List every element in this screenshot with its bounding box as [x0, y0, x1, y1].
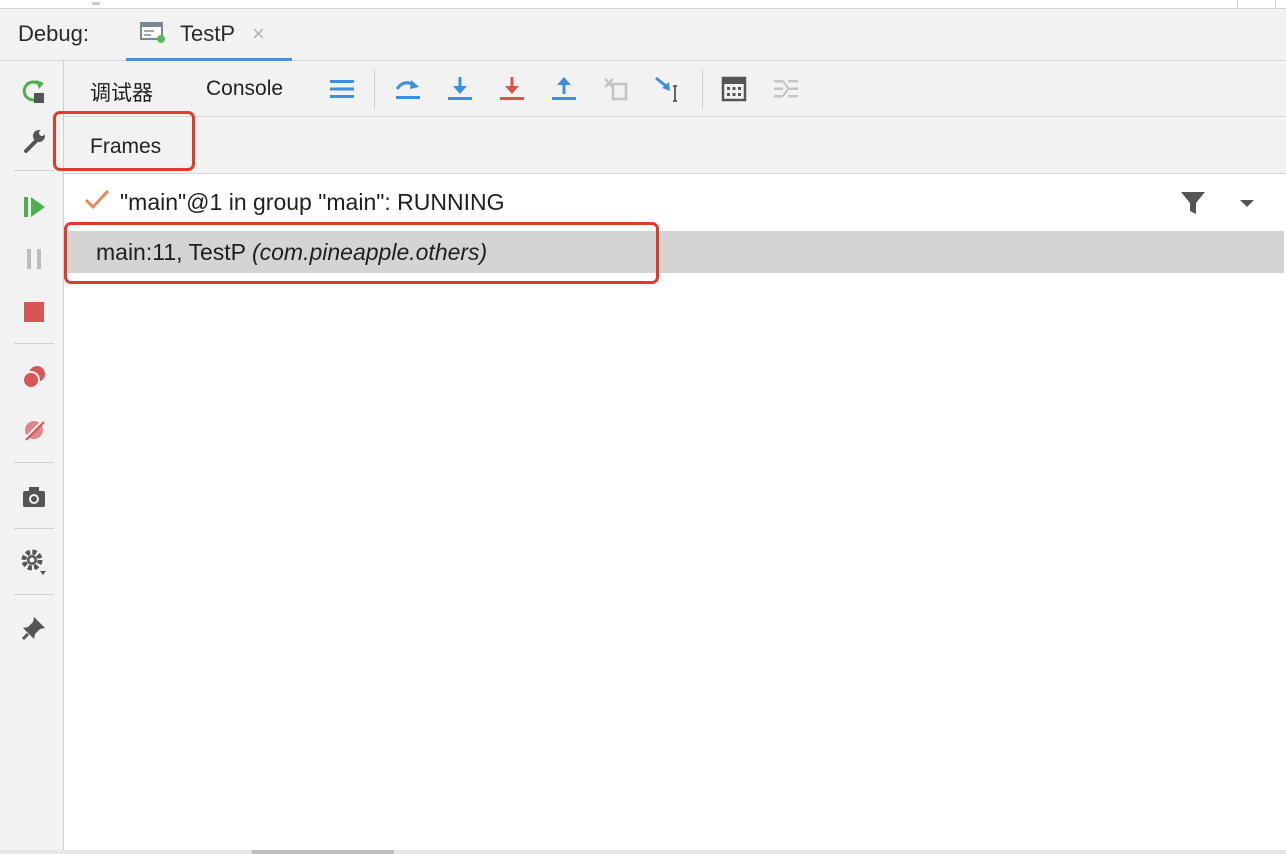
top-edge-divider — [1275, 0, 1276, 8]
toolbar-separator — [14, 462, 54, 463]
highlight-box — [64, 222, 659, 284]
trace-icon[interactable] — [770, 73, 802, 105]
settings-wrench-icon[interactable] — [16, 123, 52, 159]
camera-icon[interactable] — [16, 479, 52, 515]
frames-header: Frames — [64, 117, 1286, 174]
left-action-toolbar — [0, 61, 64, 851]
chevron-down-icon[interactable] — [1234, 190, 1260, 216]
step-over-icon[interactable] — [392, 73, 424, 105]
rerun-icon[interactable] — [16, 73, 52, 109]
step-into-icon[interactable] — [444, 73, 476, 105]
debug-label: Debug: — [18, 21, 89, 46]
tab-title: TestP — [180, 21, 236, 46]
force-step-into-icon[interactable] — [496, 73, 528, 105]
top-edge-marker — [92, 2, 100, 5]
drop-frame-icon[interactable] — [600, 73, 632, 105]
toolbar-separator — [374, 69, 375, 109]
toolbar-separator — [14, 528, 54, 529]
toolbar-separator — [14, 343, 54, 344]
frames-menu-icon[interactable] — [326, 73, 358, 105]
tab-debugger[interactable]: 调试器 — [90, 77, 153, 107]
filter-icon[interactable] — [1180, 190, 1206, 216]
toolbar-separator — [14, 170, 54, 171]
check-icon — [84, 188, 110, 217]
tab-testp[interactable]: TestP × — [126, 9, 292, 61]
tab-console[interactable]: Console — [206, 77, 283, 101]
run-to-cursor-icon[interactable] — [652, 73, 684, 105]
run-config-icon — [140, 22, 166, 44]
top-edge-divider — [1237, 0, 1238, 8]
debugger-toolbar: 调试器 Console — [64, 61, 1286, 117]
close-tab-icon[interactable]: × — [252, 21, 265, 47]
gear-icon[interactable] — [16, 544, 52, 580]
pause-icon[interactable] — [16, 241, 52, 277]
toolbar-separator — [14, 594, 54, 595]
step-out-icon[interactable] — [548, 73, 580, 105]
pin-icon[interactable] — [16, 610, 52, 646]
horizontal-scrollbar[interactable] — [0, 850, 1286, 854]
scrollbar-thumb[interactable] — [252, 850, 394, 854]
resume-icon[interactable] — [16, 189, 52, 225]
debug-header-bar: Debug: TestP × — [0, 9, 1286, 61]
toolbar-separator — [702, 69, 703, 109]
mute-breakpoints-icon[interactable] — [16, 412, 52, 448]
thread-label: "main"@1 in group "main": RUNNING — [120, 189, 505, 215]
top-edge-strip — [0, 0, 1286, 9]
view-breakpoints-icon[interactable] — [16, 359, 52, 395]
evaluate-expression-icon[interactable] — [718, 73, 750, 105]
highlight-box — [53, 111, 195, 171]
stop-icon[interactable] — [16, 294, 52, 330]
